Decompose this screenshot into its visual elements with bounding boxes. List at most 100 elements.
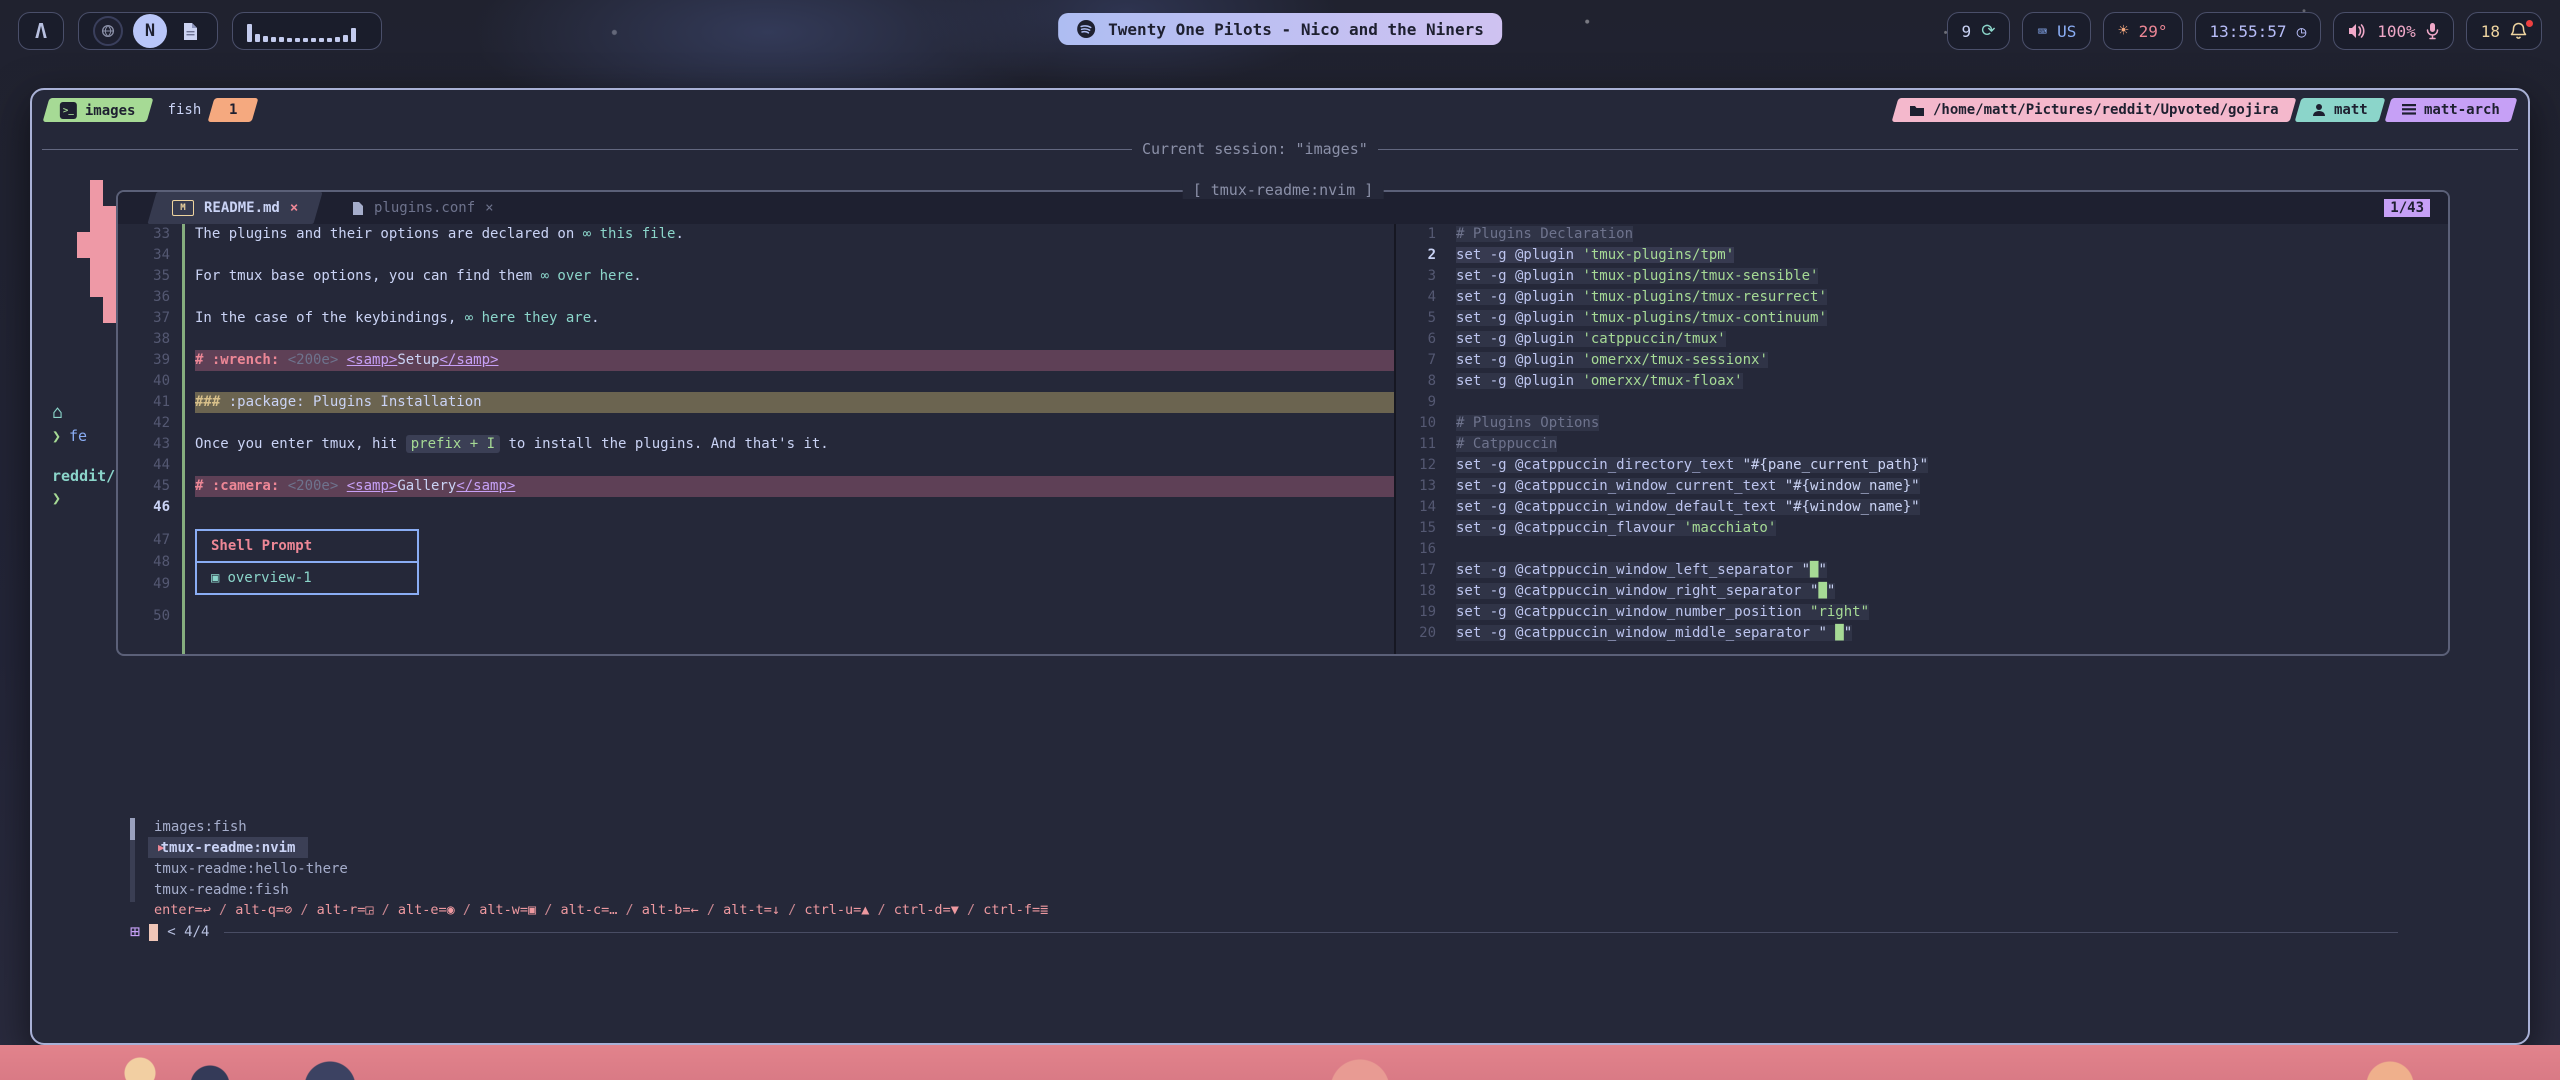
code-line-43: Once you enter tmux, hit prefix + I to i… xyxy=(195,434,1394,455)
visualizer-bar xyxy=(303,38,308,42)
code-span: set -g @plugin xyxy=(1456,289,1582,305)
code-line-13: set -g @catppuccin_window_current_text "… xyxy=(1456,476,2448,497)
code-span: 'tmux-plugins/tmux-continuum' xyxy=(1582,310,1826,326)
prompt-chevron: ❯ xyxy=(52,489,61,507)
code-span: # Catppuccin xyxy=(1456,436,1557,452)
code-line-9 xyxy=(1456,392,2448,413)
code-line-7: set -g @plugin 'omerxx/tmux-sessionx' xyxy=(1456,350,2448,371)
hint-separator: / xyxy=(455,902,479,918)
media-widget[interactable]: Twenty One Pilots - Nico and the Niners xyxy=(1058,13,1502,45)
code-span: set -g @plugin xyxy=(1456,331,1582,347)
line-number: 36 xyxy=(118,287,170,308)
line-number: 2 xyxy=(1396,245,1436,266)
session-item[interactable]: tmux-readme:hello-there xyxy=(128,858,2478,879)
keybind-hint: alt-w=▣ xyxy=(479,902,536,918)
code-line-19: set -g @catppuccin_window_number_positio… xyxy=(1456,602,2448,623)
hint-separator: / xyxy=(617,902,641,918)
terminal-icon: >_ xyxy=(60,102,77,119)
hostname-segment: matt-arch xyxy=(2385,98,2518,122)
line-number: 47 xyxy=(118,530,170,552)
code-span: set -g @catppuccin_window_left_separator xyxy=(1456,562,1802,578)
code-line-4: set -g @plugin 'tmux-plugins/tmux-resurr… xyxy=(1456,287,2448,308)
file-manager-icon[interactable] xyxy=(177,18,203,44)
plugins-conf-pane[interactable]: 1234567891011121314151617181920 # Plugin… xyxy=(1396,224,2448,654)
updates-module[interactable]: 9 ⟳ xyxy=(1947,12,2011,50)
divider xyxy=(42,149,1132,150)
divider xyxy=(1378,149,2518,150)
volume-module[interactable]: 100% xyxy=(2333,12,2454,50)
clock-module[interactable]: 13:55:57 ◷ xyxy=(2195,12,2322,50)
code-line-10: # Plugins Options xyxy=(1456,413,2448,434)
code-line-45: # :camera: <200e> <samp>Gallery</samp> xyxy=(195,476,1394,497)
readme-pane[interactable]: 333435363738394041424344454647484950 The… xyxy=(118,224,1394,654)
audio-visualizer xyxy=(232,12,382,50)
weather-module[interactable]: ☀ 29° xyxy=(2103,12,2182,50)
keyboard-layout-module[interactable]: ⌨ US xyxy=(2022,12,2091,50)
visualizer-bar xyxy=(279,37,284,42)
match-counter: < 4/4 xyxy=(167,924,209,940)
code-line-2: set -g @plugin 'tmux-plugins/tpm' xyxy=(1456,245,2448,266)
code-span: </samp> xyxy=(439,352,498,368)
session-item[interactable]: images:fish xyxy=(128,816,2478,837)
keybind-hint: alt-q=⊘ xyxy=(235,902,292,918)
close-icon[interactable]: × xyxy=(485,200,493,216)
line-number: 35 xyxy=(118,266,170,287)
workspace-tab-1[interactable]: 1 xyxy=(208,98,259,122)
tab-readme[interactable]: M README.md × xyxy=(147,192,322,224)
line-number: 50 xyxy=(118,606,170,627)
workspace-label: 1 xyxy=(229,102,237,118)
spotify-icon xyxy=(1076,19,1096,39)
line-number: 3 xyxy=(1396,266,1436,287)
code-line-11: # Catppuccin xyxy=(1456,434,2448,455)
line-number: 44 xyxy=(118,455,170,476)
workspace-tab-fish[interactable]: fish xyxy=(168,102,202,118)
folder-icon xyxy=(1909,104,1925,117)
markdown-link[interactable]: ∞ over here xyxy=(541,268,634,284)
visualizer-bar xyxy=(335,37,340,42)
user-icon xyxy=(2312,103,2326,117)
line-number: 6 xyxy=(1396,329,1436,350)
code-line-34 xyxy=(195,245,1394,266)
code-span: ### xyxy=(195,394,229,410)
code-span: " xyxy=(1802,562,1810,578)
line-number: 45 xyxy=(118,476,170,497)
text-cursor[interactable] xyxy=(149,924,158,941)
line-number: 43 xyxy=(118,434,170,455)
browser-icon[interactable] xyxy=(93,16,123,46)
markdown-link[interactable]: ∞ here they are xyxy=(465,310,591,326)
keybind-hint: alt-t=↓ xyxy=(723,902,780,918)
code-line-35: For tmux base options, you can find them… xyxy=(195,266,1394,287)
workspace-label: images xyxy=(85,102,136,118)
neovim-icon[interactable]: N xyxy=(133,14,167,48)
code-span: <200e> xyxy=(288,352,347,368)
notifications-module[interactable]: 18 xyxy=(2466,12,2542,50)
line-number-gutter: 1234567891011121314151617181920 xyxy=(1396,224,1450,654)
tab-plugins-conf[interactable]: plugins.conf × xyxy=(328,192,519,224)
line-number: 19 xyxy=(1396,602,1436,623)
code-line-39: # :wrench: <200e> <samp>Setup</samp> xyxy=(195,350,1394,371)
code-line-44 xyxy=(195,455,1394,476)
workspace-tab-images[interactable]: >_ images xyxy=(43,98,153,122)
markdown-link[interactable]: ∞ this file xyxy=(583,226,676,242)
code-span: In the case of the keybindings, xyxy=(195,310,465,326)
code-span: " xyxy=(1818,625,1835,641)
visualizer-bar xyxy=(271,37,276,42)
line-number: 5 xyxy=(1396,308,1436,329)
volume-level: 100% xyxy=(2377,22,2416,41)
session-item[interactable]: ▶tmux-readme:nvim xyxy=(128,837,2478,858)
line-number: 16 xyxy=(1396,539,1436,560)
keybind-hint: enter=↩ xyxy=(154,902,211,918)
code-span: :package: Plugins Installation xyxy=(229,394,482,410)
updates-count: 9 xyxy=(1962,22,1972,41)
session-header: Current session: "images" xyxy=(42,140,2518,158)
code-span: " xyxy=(1818,562,1826,578)
close-icon[interactable]: × xyxy=(290,200,298,216)
media-title: Twenty One Pilots - Nico and the Niners xyxy=(1108,20,1484,39)
temperature: 29° xyxy=(2139,22,2168,41)
launcher-button[interactable]: Λ xyxy=(18,12,64,50)
code-span: 'catppuccin/tmux' xyxy=(1582,331,1725,347)
code-span: █ xyxy=(1835,625,1843,641)
notification-count: 18 xyxy=(2481,22,2500,41)
code-line-20: set -g @catppuccin_window_middle_separat… xyxy=(1456,623,2448,644)
session-item[interactable]: tmux-readme:fish xyxy=(128,879,2478,900)
